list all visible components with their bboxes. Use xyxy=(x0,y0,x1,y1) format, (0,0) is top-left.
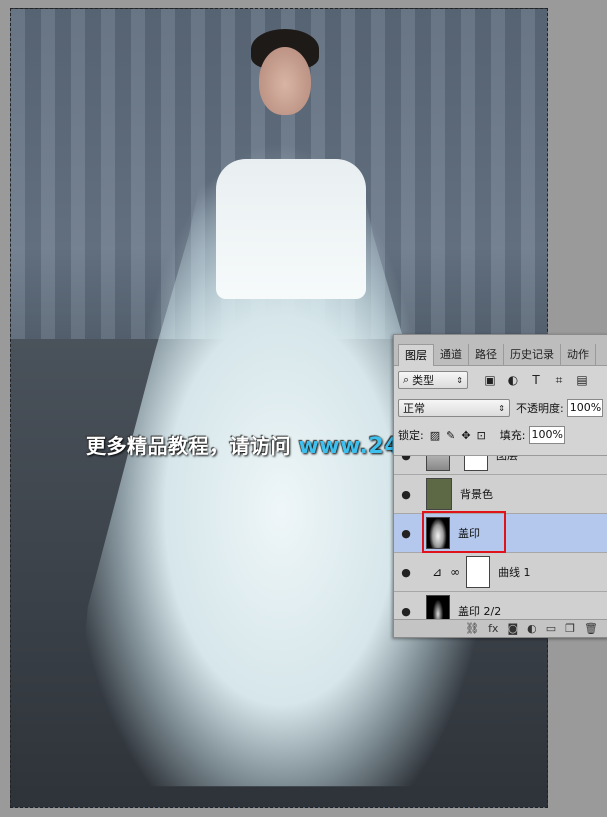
layer-mask-thumbnail xyxy=(464,456,488,471)
blend-mode-value: 正常 xyxy=(403,402,425,415)
type-filter-icon[interactable]: T xyxy=(528,372,544,388)
curves-adjustment-icon: ⊿ xyxy=(432,565,443,579)
layer-row[interactable]: ● 背景色 xyxy=(394,475,607,514)
opacity-input[interactable]: 100% xyxy=(566,399,603,417)
lock-pixels-icon[interactable]: ▨ xyxy=(430,429,440,442)
link-icon: ∞ xyxy=(450,565,461,579)
lock-all-icon[interactable]: ⊡ xyxy=(477,429,486,442)
panel-tabs: 图层 通道 路径 历史记录 动作 xyxy=(394,335,607,366)
eye-icon[interactable]: ● xyxy=(394,488,418,501)
fill-label: 填充: xyxy=(499,429,526,442)
eye-icon[interactable]: ● xyxy=(394,456,418,462)
lock-move-icon[interactable]: ✥ xyxy=(461,429,470,442)
shape-filter-icon[interactable]: ⌗ xyxy=(551,372,567,388)
trash-icon[interactable]: 🗑 xyxy=(584,622,598,635)
layers-panel[interactable]: 图层 通道 路径 历史记录 动作 ⌕ 类型 ⇕ ▣ ◐ T ⌗ ▤ 正常 ⇕ 不… xyxy=(393,334,607,638)
eye-icon[interactable]: ● xyxy=(394,605,418,618)
layer-name: 背景色 xyxy=(460,488,493,501)
fill-input[interactable]: 100% xyxy=(528,426,565,444)
layer-row[interactable]: ● 图层 xyxy=(394,455,607,475)
new-layer-icon[interactable]: ❐ xyxy=(565,622,575,635)
blend-mode-select[interactable]: 正常 ⇕ xyxy=(398,399,510,417)
layer-name: 曲线 1 xyxy=(498,566,531,579)
adjustment-filter-icon[interactable]: ◐ xyxy=(505,372,521,388)
layer-thumbnail xyxy=(426,595,450,620)
watermark-label: 更多精品教程，请访问 xyxy=(86,434,291,458)
chevron-down-icon: ⇕ xyxy=(498,403,505,413)
layer-mask-thumbnail xyxy=(466,556,491,588)
layer-row[interactable]: ● 盖印 2/2 xyxy=(394,592,607,620)
layer-name: 图层 xyxy=(496,455,518,462)
tab-layers[interactable]: 图层 xyxy=(398,344,434,366)
opacity-label: 不透明度: xyxy=(516,402,564,415)
tab-channels[interactable]: 通道 xyxy=(434,344,469,365)
smart-object-filter-icon[interactable]: ▤ xyxy=(574,372,590,388)
lock-label: 锁定: xyxy=(398,429,424,442)
tab-paths[interactable]: 路径 xyxy=(469,344,504,365)
blend-row: 正常 ⇕ 不透明度: 100% xyxy=(394,394,607,422)
eye-icon[interactable]: ● xyxy=(394,566,418,579)
filter-row: ⌕ 类型 ⇕ ▣ ◐ T ⌗ ▤ xyxy=(394,366,607,394)
search-icon: ⌕ xyxy=(403,373,410,386)
layer-thumbnail xyxy=(426,478,452,510)
adjustment-icon[interactable]: ◐ xyxy=(527,622,537,635)
folder-icon[interactable]: ▭ xyxy=(546,622,556,635)
link-icon[interactable]: ⛓ xyxy=(465,622,479,635)
eye-icon[interactable]: ● xyxy=(394,527,418,540)
fx-icon[interactable]: fx xyxy=(488,622,498,635)
layer-row[interactable]: ● ⊿ ∞ 曲线 1 xyxy=(394,553,607,592)
kind-filter-label: 类型 xyxy=(412,374,435,387)
panel-footer: ⛓ fx ◙ ◐ ▭ ❐ 🗑 xyxy=(394,619,607,637)
model-head-image xyxy=(259,47,311,115)
highlight-selection-box xyxy=(422,511,506,553)
layer-name: 盖印 2/2 xyxy=(458,605,502,618)
chevron-down-icon: ⇕ xyxy=(456,375,463,385)
lock-brush-icon[interactable]: ✎ xyxy=(446,429,455,442)
kind-filter-select[interactable]: ⌕ 类型 ⇕ xyxy=(398,371,468,389)
lock-row: 锁定: ▨ ✎ ✥ ⊡ 填充: 100% xyxy=(394,422,607,448)
tab-actions[interactable]: 动作 xyxy=(561,344,596,365)
dress-bodice-image xyxy=(216,159,366,299)
layer-thumbnail xyxy=(426,456,450,471)
tab-history[interactable]: 历史记录 xyxy=(504,344,561,365)
mask-icon[interactable]: ◙ xyxy=(507,622,518,635)
image-filter-icon[interactable]: ▣ xyxy=(482,372,498,388)
